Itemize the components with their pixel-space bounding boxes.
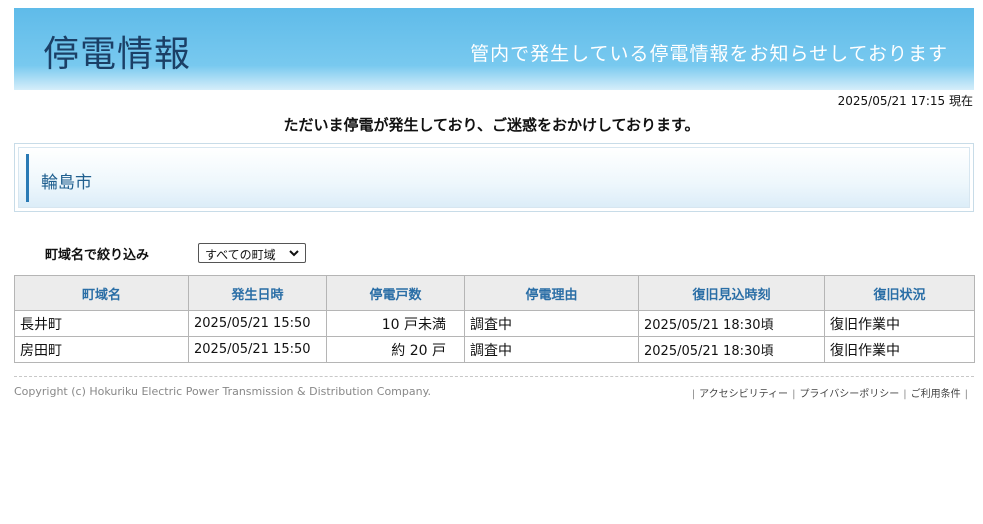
column-header-restore-time: 復旧見込時刻 — [638, 275, 825, 311]
footer-divider — [14, 376, 974, 377]
footer-separator: | — [964, 389, 968, 400]
cell-households: 約 20 戸 — [326, 336, 465, 363]
update-timestamp: 2025/05/21 17:15 現在 — [837, 94, 973, 108]
table-row: 長井町 2025/05/21 15:50 10 戸未満 調査中 2025/05/… — [14, 310, 975, 337]
chevron-down-icon — [289, 250, 299, 257]
footer-separator: | — [691, 389, 696, 400]
table-row: 房田町 2025/05/21 15:50 約 20 戸 調査中 2025/05/… — [14, 336, 975, 363]
cell-restore-time: 2025/05/21 18:30頃 — [638, 310, 825, 337]
footer-links: | アクセシビリティー | プライバシーポリシー | ご利用条件 | — [688, 385, 972, 400]
city-accent-bar — [26, 154, 29, 202]
cell-restore-status: 復旧作業中 — [824, 336, 975, 363]
cell-reason: 調査中 — [464, 310, 639, 337]
town-filter-value: すべての町域 — [205, 248, 276, 262]
terms-of-use-link[interactable]: ご利用条件 — [911, 389, 961, 400]
cell-restore-status: 復旧作業中 — [824, 310, 975, 337]
copyright-text: Copyright (c) Hokuriku Electric Power Tr… — [14, 385, 432, 398]
footer-separator: | — [903, 389, 907, 400]
cell-occurred: 2025/05/21 15:50 — [188, 310, 327, 337]
cell-town: 長井町 — [14, 310, 189, 337]
header-banner: 停電情報 管内で発生している停電情報をお知らせしております — [14, 8, 974, 90]
filter-label: 町域名で絞り込み — [45, 248, 150, 263]
outage-table: 町域名 発生日時 停電戸数 停電理由 復旧見込時刻 復旧状況 長井町 2025/… — [14, 275, 975, 363]
column-header-town: 町域名 — [14, 275, 189, 311]
footer-separator: | — [792, 389, 796, 400]
column-header-reason: 停電理由 — [464, 275, 639, 311]
outage-notice: ただいま停電が発生しており、ご迷惑をおかけしております。 — [283, 116, 700, 134]
cell-town: 房田町 — [14, 336, 189, 363]
cell-reason: 調査中 — [464, 336, 639, 363]
page: 停電情報 管内で発生している停電情報をお知らせしております 2025/05/21… — [0, 0, 983, 524]
page-title: 停電情報 — [43, 34, 192, 75]
cell-restore-time: 2025/05/21 18:30頃 — [638, 336, 825, 363]
city-name: 輪島市 — [41, 173, 92, 193]
accessibility-link[interactable]: アクセシビリティー — [699, 389, 788, 400]
column-header-occurred: 発生日時 — [188, 275, 327, 311]
header-tagline: 管内で発生している停電情報をお知らせしております — [470, 43, 948, 65]
column-header-households: 停電戸数 — [326, 275, 465, 311]
city-panel-inner: 輪島市 — [18, 147, 970, 208]
cell-occurred: 2025/05/21 15:50 — [188, 336, 327, 363]
cell-households: 10 戸未満 — [326, 310, 465, 337]
table-header-row: 町域名 発生日時 停電戸数 停電理由 復旧見込時刻 復旧状況 — [14, 275, 975, 311]
privacy-policy-link[interactable]: プライバシーポリシー — [799, 389, 899, 400]
town-filter-select[interactable]: すべての町域 — [198, 243, 306, 263]
column-header-restore-status: 復旧状況 — [824, 275, 975, 311]
city-panel: 輪島市 — [14, 143, 974, 212]
